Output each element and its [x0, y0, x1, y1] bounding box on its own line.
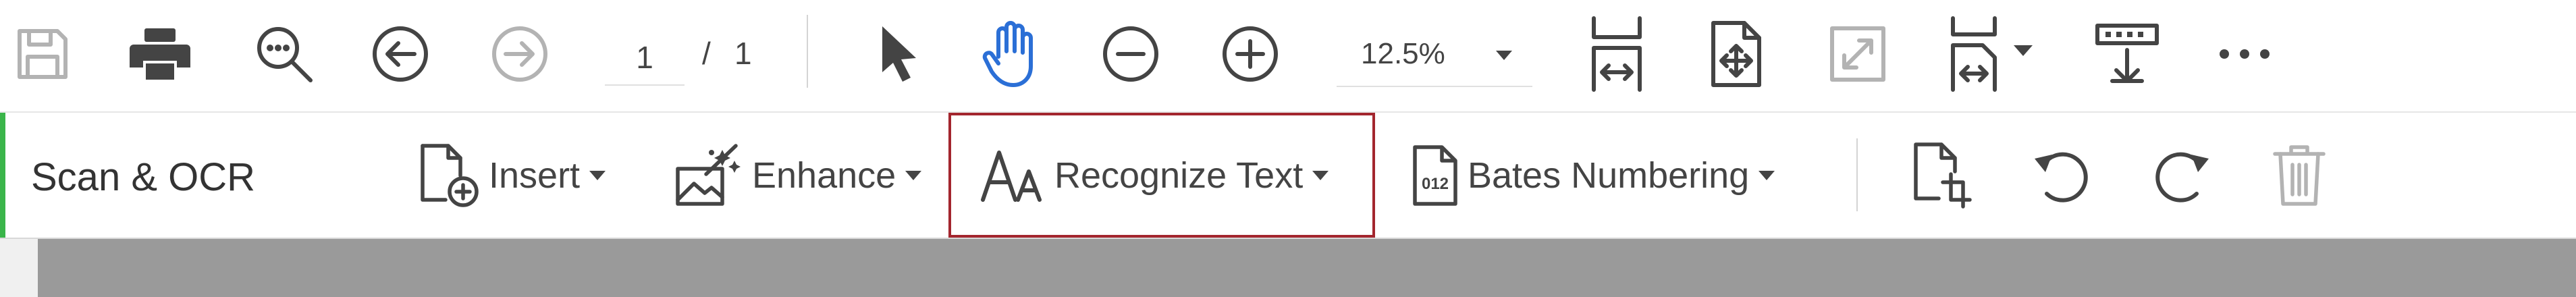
tool-accent-bar	[0, 113, 5, 238]
scrolling-mode-icon[interactable]	[1699, 17, 1773, 91]
recognize-text-label: Recognize Text	[1054, 155, 1304, 196]
scan-ocr-toolbar: Scan & OCR Insert Enhance Recognize Text…	[0, 113, 2576, 239]
zoom-value: 12.5%	[1361, 37, 1445, 70]
toolbar-divider	[1856, 138, 1858, 211]
rotate-left-icon	[2035, 152, 2088, 202]
page-display-icon[interactable]	[1939, 16, 2047, 92]
chevron-down-icon	[589, 170, 606, 180]
enhance-button[interactable]: Enhance	[675, 140, 922, 211]
enhance-label: Enhance	[752, 155, 896, 196]
rotate-right-icon	[2155, 152, 2209, 202]
zoom-in-icon[interactable]	[1213, 17, 1287, 91]
bates-numbering-button[interactable]: 012 Bates Numbering	[1411, 140, 1775, 211]
svg-text:012: 012	[1422, 175, 1449, 193]
find-icon[interactable]	[247, 17, 321, 91]
print-icon[interactable]	[123, 17, 197, 91]
fit-page-icon[interactable]	[1580, 16, 1654, 92]
chevron-down-icon	[1312, 170, 1329, 180]
rotate-left-button[interactable]	[2032, 140, 2093, 211]
left-panel-edge	[0, 239, 38, 297]
more-icon[interactable]	[2207, 17, 2282, 91]
total-pages: 1	[734, 36, 752, 71]
toolbar-divider	[807, 15, 808, 88]
tool-title: Scan & OCR	[31, 155, 255, 199]
zoom-select[interactable]: 12.5%	[1337, 30, 1532, 87]
previous-page-icon[interactable]	[363, 17, 437, 91]
zoom-out-icon[interactable]	[1094, 17, 1168, 91]
chevron-down-icon	[1759, 170, 1775, 180]
chevron-down-icon	[1496, 51, 1512, 60]
full-screen-icon[interactable]	[1821, 17, 1895, 91]
recognize-text-button[interactable]: Recognize Text	[980, 140, 1329, 211]
hand-tool-icon[interactable]	[976, 17, 1050, 91]
insert-button[interactable]: Insert	[419, 140, 606, 211]
document-viewport[interactable]	[0, 239, 2576, 297]
insert-label: Insert	[489, 155, 581, 196]
top-toolbar: 1 / 1 12.5%	[0, 0, 2576, 113]
select-pointer-icon[interactable]	[861, 17, 935, 91]
recognize-text-icon	[981, 150, 1042, 202]
next-page-icon[interactable]	[483, 17, 557, 91]
delete-icon	[2273, 144, 2326, 206]
read-mode-icon[interactable]	[2090, 17, 2164, 91]
crop-pages-button[interactable]	[1912, 140, 1973, 211]
bates-numbering-label: Bates Numbering	[1468, 155, 1750, 196]
chevron-down-icon	[905, 170, 922, 180]
delete-button[interactable]	[2272, 140, 2326, 211]
save-icon[interactable]	[5, 17, 80, 91]
enhance-icon	[676, 143, 741, 206]
crop-pages-icon	[1914, 142, 1972, 209]
page-separator: /	[702, 36, 711, 71]
rotate-right-button[interactable]	[2151, 140, 2211, 211]
current-page-input[interactable]: 1	[605, 30, 685, 86]
insert-page-icon	[421, 143, 479, 207]
bates-numbering-icon: 012	[1413, 144, 1457, 206]
